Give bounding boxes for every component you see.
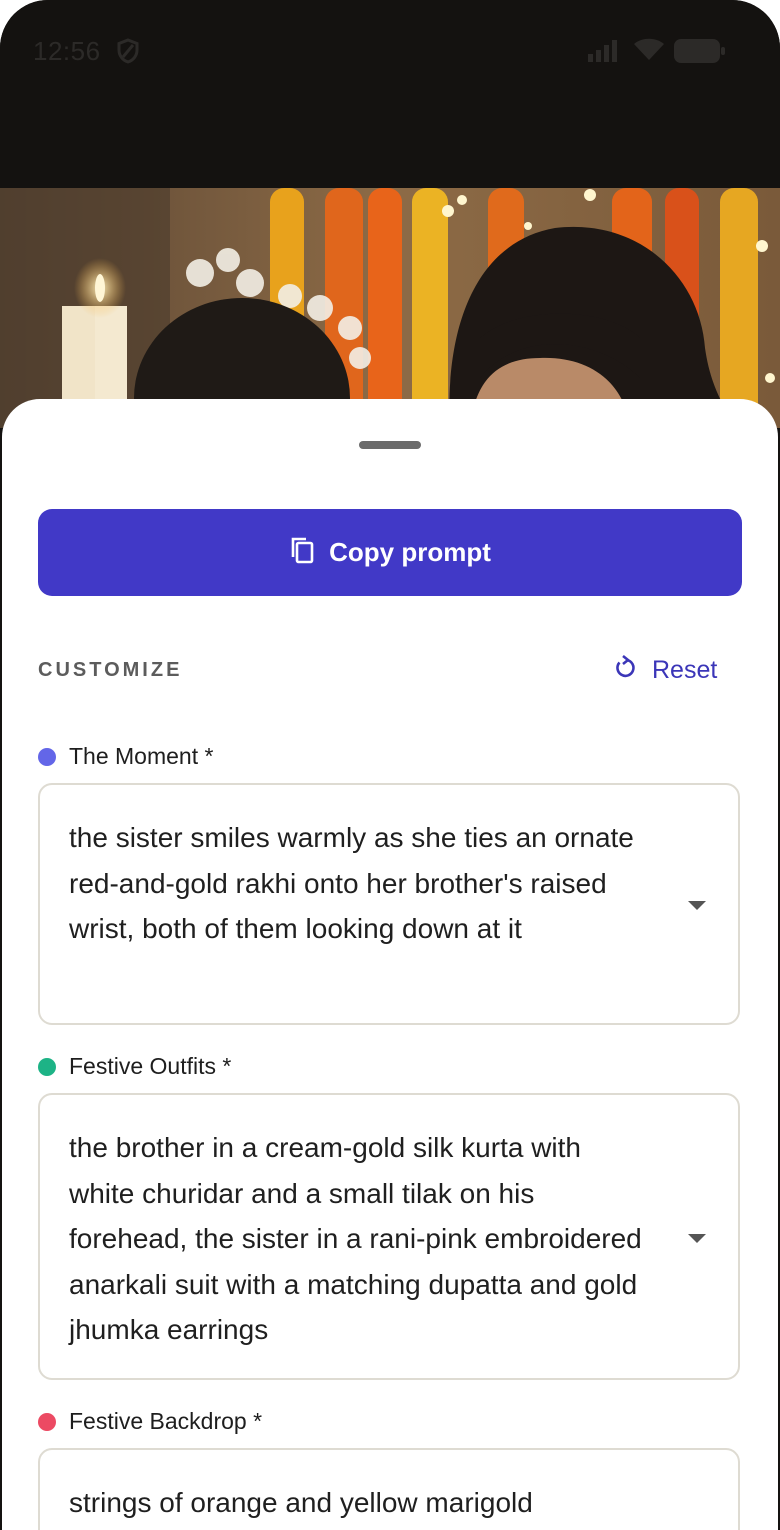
- signal-icon: [588, 40, 622, 67]
- reset-label: Reset: [652, 656, 718, 684]
- status-bar: 12:56: [0, 0, 780, 188]
- copy-icon: [289, 536, 315, 569]
- copy-prompt-label: Copy prompt: [329, 537, 491, 567]
- field-value: strings of orange and yellow marigold: [69, 1487, 533, 1518]
- reset-icon: [612, 654, 638, 686]
- field-value: the brother in a cream-gold silk kurta w…: [69, 1132, 642, 1345]
- field-label-backdrop: Festive Backdrop *: [38, 1408, 262, 1435]
- customize-heading: CUSTOMIZE: [38, 659, 183, 681]
- status-time: 12:56: [33, 36, 101, 66]
- indicator-dot: [38, 1412, 56, 1431]
- dropdown-arrow-icon: [688, 901, 706, 910]
- indicator-dot: [38, 747, 56, 766]
- shield-icon: [117, 38, 139, 69]
- field-label-text: Festive Outfits *: [69, 1053, 232, 1079]
- wifi-icon: [634, 38, 664, 67]
- indicator-dot: [38, 1057, 56, 1076]
- field-value: the sister smiles warmly as she ties an …: [69, 822, 634, 944]
- drag-handle[interactable]: [359, 441, 421, 449]
- field-label-text: The Moment *: [69, 743, 214, 769]
- dropdown-arrow-icon: [688, 1234, 706, 1243]
- field-label-moment: The Moment *: [38, 743, 213, 770]
- outfits-select[interactable]: the brother in a cream-gold silk kurta w…: [38, 1093, 740, 1380]
- phone-screen: 12:56 Copy prompt CUSTOMIZE Reset The Mo…: [0, 0, 780, 1530]
- battery-icon: [674, 39, 726, 68]
- reset-button[interactable]: Reset: [612, 654, 718, 686]
- hero-image: [0, 188, 780, 428]
- field-label-outfits: Festive Outfits *: [38, 1053, 231, 1080]
- copy-prompt-button[interactable]: Copy prompt: [38, 509, 742, 596]
- moment-select[interactable]: the sister smiles warmly as she ties an …: [38, 783, 740, 1025]
- backdrop-select[interactable]: strings of orange and yellow marigold: [38, 1448, 740, 1530]
- field-label-text: Festive Backdrop *: [69, 1408, 263, 1434]
